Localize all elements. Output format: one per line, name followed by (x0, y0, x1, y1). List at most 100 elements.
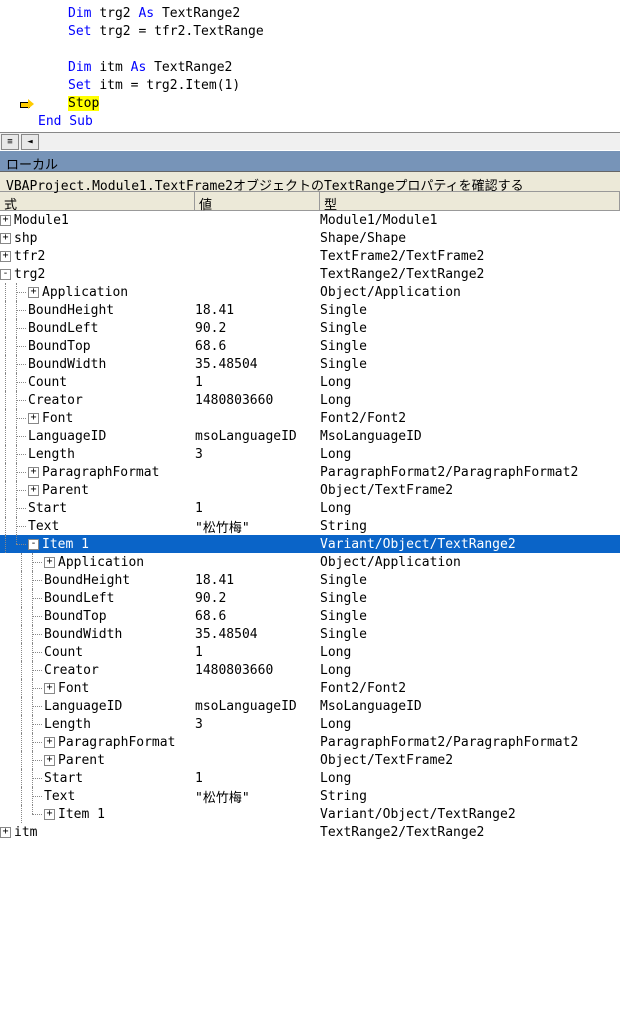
locals-row[interactable]: + tfr2TextFrame2/TextFrame2 (0, 247, 620, 265)
row-name: ParagraphFormat (58, 735, 175, 750)
row-type: Object/Application (320, 555, 620, 570)
code-editor[interactable]: Dim trg2 As TextRange2Set trg2 = tfr2.Te… (0, 0, 620, 132)
locals-row[interactable]: + shp Shape/Shape (0, 229, 620, 247)
row-value: msoLanguageID (195, 429, 320, 444)
row-type: Long (320, 501, 620, 516)
row-name: Length (28, 447, 75, 462)
locals-row[interactable]: + ApplicationObject/Application (0, 283, 620, 301)
locals-grid-header: 式 値 型 (0, 192, 620, 211)
row-name: BoundWidth (28, 357, 106, 372)
row-name: BoundTop (44, 609, 107, 624)
locals-row[interactable]: + Item 1Variant/Object/TextRange2 (0, 805, 620, 823)
locals-row[interactable]: BoundHeight18.41Single (0, 571, 620, 589)
locals-row[interactable]: + ApplicationObject/Application (0, 553, 620, 571)
locals-row[interactable]: Creator1480803660Long (0, 661, 620, 679)
locals-row[interactable]: Text"松竹梅"String (0, 517, 620, 535)
row-value: 18.41 (195, 573, 320, 588)
expand-icon[interactable]: + (28, 287, 39, 298)
collapse-icon[interactable]: - (28, 539, 39, 550)
row-name: Text (44, 789, 75, 804)
row-name: BoundTop (28, 339, 91, 354)
row-name: BoundLeft (28, 321, 98, 336)
expand-icon[interactable]: + (28, 467, 39, 478)
locals-row[interactable]: BoundWidth35.48504Single (0, 625, 620, 643)
row-name: LanguageID (28, 429, 106, 444)
locals-row[interactable]: + FontFont2/Font2 (0, 409, 620, 427)
row-type: String (320, 789, 620, 804)
locals-row[interactable]: + ParentObject/TextFrame2 (0, 751, 620, 769)
expand-icon[interactable]: + (0, 251, 11, 262)
locals-row[interactable]: BoundLeft90.2Single (0, 319, 620, 337)
header-expression[interactable]: 式 (0, 192, 195, 210)
expand-icon[interactable]: + (0, 233, 11, 244)
locals-panel-title: ローカル (0, 150, 620, 172)
row-value: 1480803660 (195, 663, 320, 678)
locals-row[interactable]: + itmTextRange2/TextRange2 (0, 823, 620, 841)
locals-row[interactable]: Count1Long (0, 643, 620, 661)
row-type: Single (320, 627, 620, 642)
row-value: 1 (195, 645, 320, 660)
locals-row[interactable]: Length3Long (0, 445, 620, 463)
expand-icon[interactable]: + (44, 683, 55, 694)
row-value: 68.6 (195, 609, 320, 624)
locals-row[interactable]: Count1Long (0, 373, 620, 391)
locals-row[interactable]: Length3Long (0, 715, 620, 733)
row-name: BoundHeight (28, 303, 114, 318)
locals-row[interactable]: + ParagraphFormatParagraphFormat2/Paragr… (0, 463, 620, 481)
locals-row[interactable]: BoundTop68.6Single (0, 337, 620, 355)
expand-icon[interactable]: + (28, 485, 39, 496)
locals-row[interactable]: + ParagraphFormat ParagraphFormat2/Paragr… (0, 733, 620, 751)
header-type[interactable]: 型 (320, 192, 620, 210)
locals-row[interactable]: BoundHeight18.41Single (0, 301, 620, 319)
locals-grid[interactable]: + Module1Module1/Module1+ shpShape/Shape… (0, 211, 620, 841)
row-type: Long (320, 393, 620, 408)
scroll-left-icon[interactable]: ◄ (21, 134, 39, 150)
locals-row[interactable]: - Item 1Variant/Object/TextRange2 (0, 535, 620, 553)
locals-context: VBAProject.Module1.TextFrame2オブジェクトのText… (0, 172, 620, 192)
locals-row[interactable]: + Module1Module1/Module1 (0, 211, 620, 229)
expand-icon[interactable]: + (44, 557, 55, 568)
code-scrollbar[interactable]: ≡ ◄ (0, 132, 620, 150)
row-value: msoLanguageID (195, 699, 320, 714)
expand-icon[interactable]: + (28, 413, 39, 424)
expand-icon[interactable]: + (0, 215, 11, 226)
row-type: Long (320, 717, 620, 732)
expand-icon[interactable]: + (44, 755, 55, 766)
expand-icon[interactable]: + (44, 809, 55, 820)
row-type: Long (320, 375, 620, 390)
row-name: Text (28, 519, 59, 534)
locals-row[interactable]: - trg2 TextRange2/TextRange2 (0, 265, 620, 283)
row-type: ParagraphFormat2/ParagraphFormat2 (320, 735, 620, 750)
locals-row[interactable]: Start1Long (0, 769, 620, 787)
locals-row[interactable]: BoundWidth35.48504Single (0, 355, 620, 373)
row-name: Parent (58, 753, 105, 768)
expand-icon[interactable]: + (44, 737, 55, 748)
row-type: TextRange2/TextRange2 (320, 267, 620, 282)
row-type: Long (320, 645, 620, 660)
locals-row[interactable]: Creator1480803660Long (0, 391, 620, 409)
expand-icon[interactable]: + (0, 827, 11, 838)
row-value: 90.2 (195, 591, 320, 606)
row-name: Creator (44, 663, 99, 678)
row-type: MsoLanguageID (320, 429, 620, 444)
locals-row[interactable]: + FontFont2/Font2 (0, 679, 620, 697)
row-type: Single (320, 609, 620, 624)
locals-row[interactable]: Text"松竹梅"String (0, 787, 620, 805)
collapse-icon[interactable]: - (0, 269, 11, 280)
row-type: MsoLanguageID (320, 699, 620, 714)
locals-row[interactable]: LanguageID msoLanguageIDMsoLanguageID (0, 427, 620, 445)
row-type: Single (320, 303, 620, 318)
locals-row[interactable]: BoundLeft90.2Single (0, 589, 620, 607)
header-value[interactable]: 値 (195, 192, 320, 210)
row-name: Creator (28, 393, 83, 408)
scroll-split-icon[interactable]: ≡ (1, 134, 19, 150)
row-type: TextFrame2/TextFrame2 (320, 249, 620, 264)
row-name: shp (14, 231, 37, 246)
row-type: Shape/Shape (320, 231, 620, 246)
locals-row[interactable]: LanguageIDmsoLanguageIDMsoLanguageID (0, 697, 620, 715)
locals-row[interactable]: Start1Long (0, 499, 620, 517)
locals-row[interactable]: + ParentObject/TextFrame2 (0, 481, 620, 499)
row-name: trg2 (14, 267, 45, 282)
locals-row[interactable]: BoundTop 68.6Single (0, 607, 620, 625)
row-name: Length (44, 717, 91, 732)
